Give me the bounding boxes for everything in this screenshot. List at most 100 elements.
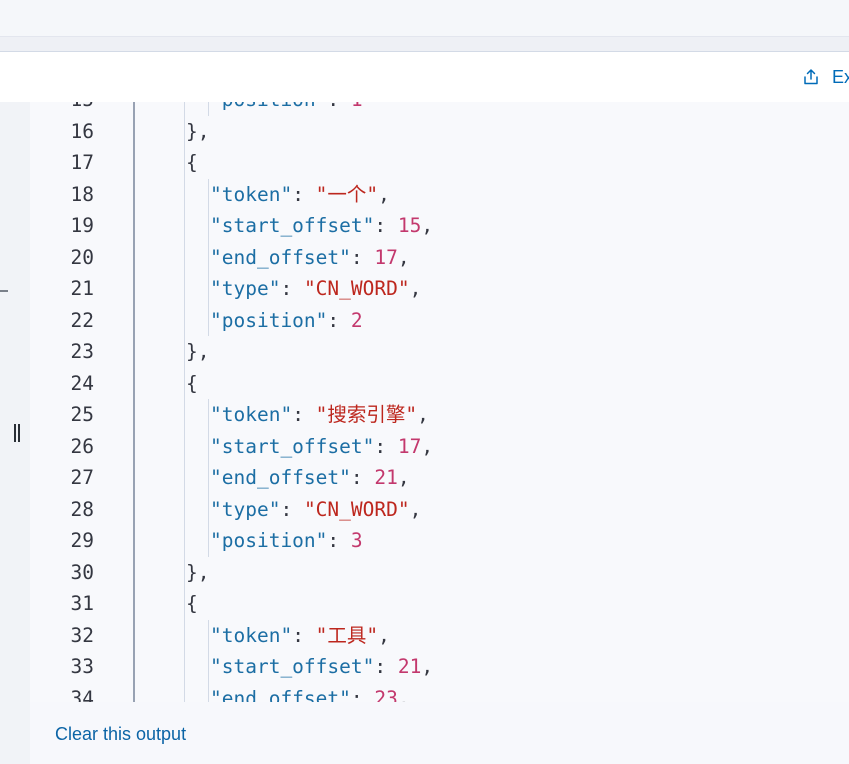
json-key: "end_offset" <box>210 245 351 269</box>
output-footer: Clear this output <box>30 702 849 764</box>
json-number-value: 3 <box>350 529 363 552</box>
indent-guide <box>208 102 209 116</box>
json-key: "token" <box>210 403 293 426</box>
code-text: "position": 2 <box>210 305 363 337</box>
code-text: "position": 1 <box>210 102 363 116</box>
code-text: { <box>186 147 198 179</box>
indent-guide <box>208 399 209 557</box>
code-text: "start_offset": 15, <box>210 210 433 242</box>
json-number-value: 17 <box>397 434 422 458</box>
line-number: 15 <box>30 102 94 116</box>
line-number: 21 <box>70 277 94 300</box>
code-line: 15 "position": 1 <box>30 102 849 116</box>
line-number: 25 <box>70 403 94 426</box>
json-colon: : <box>280 277 304 300</box>
line-number: 28 <box>70 497 94 521</box>
line-number: 31 <box>70 592 94 615</box>
json-comma: , <box>421 434 434 458</box>
left-panel-edge <box>0 102 30 764</box>
json-comma: , <box>409 497 422 521</box>
json-colon: : <box>374 434 398 458</box>
code-text: "end_offset": 23, <box>210 683 410 703</box>
indent-guide <box>208 619 209 702</box>
json-number-value: 17 <box>374 245 398 269</box>
json-comma: , <box>397 466 410 489</box>
code-text: "token": "一个", <box>210 179 390 211</box>
json-comma: , <box>421 655 434 678</box>
line-number: 17 <box>70 151 94 174</box>
code-line: 30}, <box>30 557 849 589</box>
json-colon: : <box>374 214 398 237</box>
json-colon: : <box>292 403 316 426</box>
code-text: "position": 3 <box>210 525 363 557</box>
code-text: "token": "搜索引擎", <box>210 399 429 431</box>
json-comma: , <box>417 403 429 426</box>
json-punctuation: { <box>186 151 198 174</box>
json-number-value: 23 <box>374 686 398 703</box>
code-line: 16}, <box>30 116 849 148</box>
json-punctuation: }, <box>186 560 210 584</box>
json-key: "type" <box>210 277 281 300</box>
code-line: 23}, <box>30 336 849 368</box>
json-comma: , <box>409 277 422 300</box>
top-strip <box>0 0 849 36</box>
json-key: "end_offset" <box>210 466 351 489</box>
json-colon: : <box>280 497 304 521</box>
json-key: "type" <box>210 497 281 521</box>
code-line: 19 "start_offset": 15, <box>30 210 849 242</box>
json-string-value: "工具" <box>315 623 379 647</box>
code-line: 28 "type": "CN_WORD", <box>30 494 849 526</box>
json-number-value: 15 <box>397 214 422 237</box>
code-line: 32 "token": "工具", <box>30 620 849 652</box>
line-number: 27 <box>70 466 94 489</box>
response-code-editor[interactable]: 15"position": 116},17{18"token": "一个",19… <box>30 102 849 702</box>
json-colon: : <box>292 182 316 206</box>
code-line: 22 "position": 2 <box>30 305 849 337</box>
export-button[interactable]: Ex <box>802 64 849 90</box>
line-number: 18 <box>70 182 94 206</box>
json-number-value: 21 <box>374 466 398 489</box>
code-text: }, <box>186 557 209 589</box>
json-number-value: 2 <box>350 308 363 332</box>
code-text: { <box>186 368 198 400</box>
json-number-value: 21 <box>397 655 422 678</box>
code-line: 18 "token": "一个", <box>30 179 849 211</box>
json-key: "start_offset" <box>210 214 375 237</box>
line-number: 34 <box>70 686 94 703</box>
code-text: "type": "CN_WORD", <box>210 494 421 526</box>
code-text: { <box>186 588 198 620</box>
json-number-value: 1 <box>351 102 363 111</box>
json-key: "position" <box>210 308 328 332</box>
line-number: 19 <box>70 214 94 237</box>
json-colon: : <box>327 308 351 332</box>
code-line: 21 "type": "CN_WORD", <box>30 273 849 305</box>
code-line: 20 "end_offset": 17, <box>30 242 849 274</box>
output-toolbar: Ex <box>0 51 849 103</box>
code-line: 29 "position": 3 <box>30 525 849 557</box>
panel-resize-handle[interactable] <box>14 424 22 442</box>
json-key: "start_offset" <box>210 655 375 678</box>
json-punctuation: }, <box>186 340 210 363</box>
json-colon: : <box>292 623 316 647</box>
json-key: "start_offset" <box>210 434 375 458</box>
line-number: 24 <box>70 371 94 395</box>
json-string-value: "CN_WORD" <box>303 497 410 521</box>
json-punctuation: { <box>186 371 198 395</box>
code-line: 27 "end_offset": 21, <box>30 462 849 494</box>
json-comma: , <box>421 214 434 237</box>
json-string-value: "搜索引擎" <box>315 403 418 426</box>
line-number: 20 <box>70 245 94 269</box>
code-line: 24 { <box>30 368 849 400</box>
code-text: "end_offset": 21, <box>210 462 410 494</box>
json-colon: : <box>374 655 398 678</box>
json-colon: : <box>350 466 375 489</box>
code-line: 31 { <box>30 588 849 620</box>
clear-output-link[interactable]: Clear this output <box>55 724 186 745</box>
json-comma: , <box>378 623 390 647</box>
line-number: 22 <box>70 308 94 332</box>
code-text: "start_offset": 21, <box>210 651 433 683</box>
line-number: 23 <box>70 340 94 363</box>
indent-guide <box>208 178 209 336</box>
json-comma: , <box>378 182 390 206</box>
line-number: 26 <box>70 434 94 458</box>
